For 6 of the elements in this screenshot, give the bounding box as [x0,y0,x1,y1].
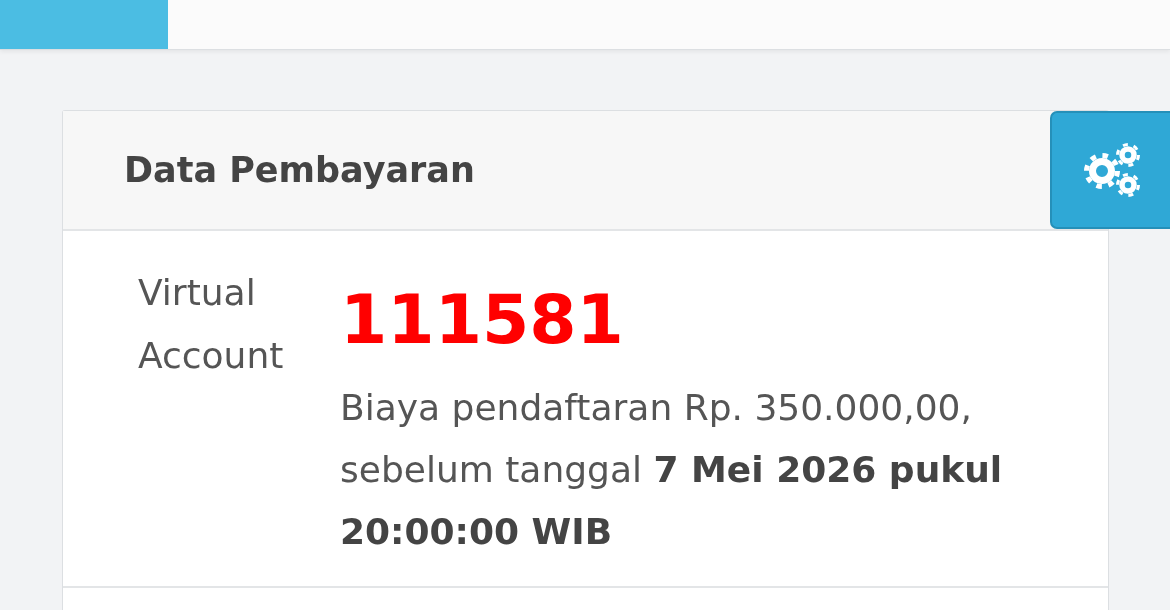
account-number: 111581 [340,283,624,357]
field-label: Virtual Account [138,271,285,378]
settings-button[interactable] [1050,111,1170,229]
gears-icon [1082,143,1140,197]
card-title: Data Pembayaran [124,152,475,188]
payment-note: Biaya pendaftaran Rp. 350.000,00, sebelum tanggal 7 Mei 2026 pukul 20:00:00 WIB [340,386,1004,554]
